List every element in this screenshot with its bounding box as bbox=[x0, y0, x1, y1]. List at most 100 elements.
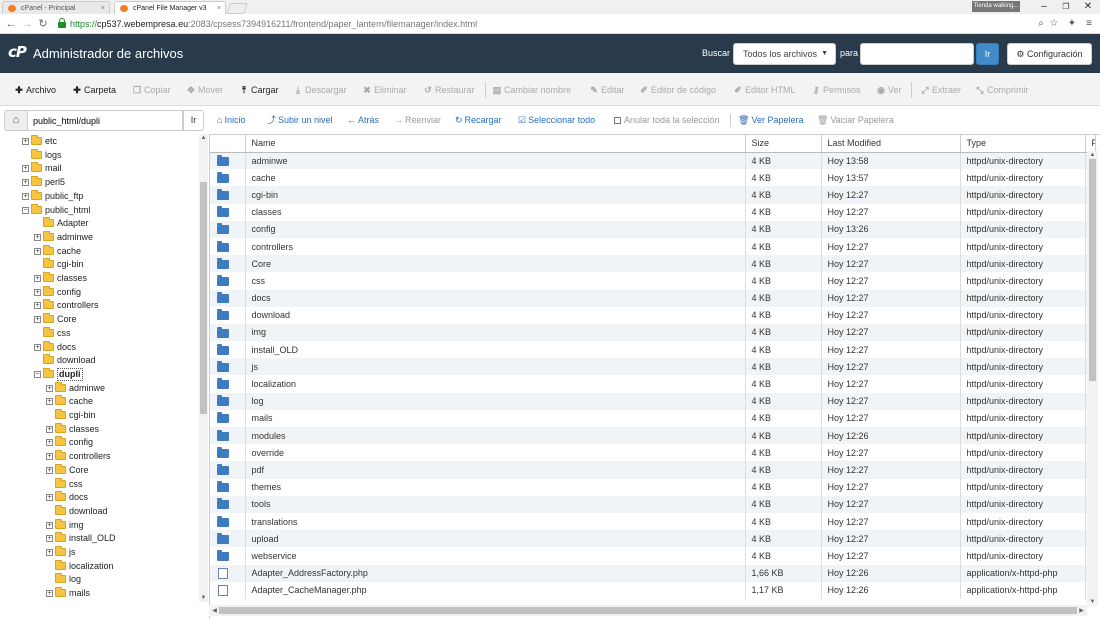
row-icon-cell[interactable] bbox=[210, 152, 246, 170]
copy-button[interactable]: ❐ Copiar bbox=[132, 83, 171, 97]
edit-button[interactable]: ✎ Editar bbox=[589, 83, 624, 97]
code-editor-button[interactable]: ✐ Editor de código bbox=[639, 83, 716, 97]
collapse-icon[interactable]: − bbox=[34, 370, 41, 378]
file-list-horizontal-scrollbar[interactable]: ◀ ▶ bbox=[209, 605, 1087, 616]
zoom-icon[interactable]: ⌕ bbox=[1035, 17, 1047, 31]
empty-trash-link[interactable]: 🗑 Vaciar Papelera bbox=[817, 115, 894, 126]
row-icon-cell[interactable] bbox=[210, 237, 246, 256]
move-button[interactable]: ✥ Mover bbox=[186, 83, 223, 97]
settings-button[interactable]: ⚙ Configuración bbox=[1007, 43, 1092, 65]
restore-button[interactable]: ↺ Restaurar bbox=[423, 83, 474, 97]
expand-icon[interactable]: + bbox=[22, 192, 29, 200]
row-name[interactable]: css bbox=[245, 272, 746, 290]
scroll-left-icon[interactable]: ◀ bbox=[210, 607, 219, 614]
table-row[interactable]: Core 4 KB Hoy 12:27 httpd/unix-directory bbox=[210, 255, 1096, 273]
row-name[interactable]: classes bbox=[245, 203, 746, 221]
table-row[interactable]: log 4 KB Hoy 12:27 httpd/unix-directory bbox=[210, 392, 1096, 410]
path-go-button[interactable]: Ir bbox=[183, 110, 204, 131]
row-icon-cell[interactable] bbox=[210, 444, 246, 462]
scroll-up-icon[interactable]: ▲ bbox=[1088, 152, 1097, 158]
up-one-level-link[interactable]: ⤴ Subir un nivel bbox=[267, 115, 333, 126]
expand-icon[interactable]: + bbox=[46, 384, 53, 392]
expand-icon[interactable]: + bbox=[46, 521, 53, 529]
back-link[interactable]: ← Atrás bbox=[347, 115, 379, 126]
row-icon-cell[interactable] bbox=[210, 289, 246, 307]
expand-icon[interactable]: + bbox=[34, 233, 41, 241]
extract-button[interactable]: ⤢ Extraer bbox=[920, 83, 961, 97]
expand-icon[interactable]: + bbox=[46, 453, 53, 461]
row-name[interactable]: webservice bbox=[245, 547, 746, 565]
row-icon-cell[interactable] bbox=[210, 530, 246, 548]
tree-scrollbar[interactable]: ▲ ▼ bbox=[199, 134, 208, 602]
row-name[interactable]: img bbox=[245, 323, 746, 342]
table-row[interactable]: classes 4 KB Hoy 12:27 httpd/unix-directory bbox=[210, 203, 1096, 221]
scroll-down-icon[interactable]: ▼ bbox=[199, 595, 208, 601]
expand-icon[interactable]: + bbox=[46, 466, 53, 474]
file-list-scroll-thumb[interactable] bbox=[1089, 159, 1096, 381]
reload-icon[interactable]: ↻ bbox=[36, 17, 50, 31]
download-button[interactable]: ⤓ Descargar bbox=[293, 83, 347, 97]
row-name[interactable]: Adapter_AddressFactory.php bbox=[245, 564, 746, 582]
cpanel-logo[interactable]: cP bbox=[8, 43, 27, 61]
forward-arrow-icon[interactable]: → bbox=[20, 17, 34, 31]
delete-button[interactable]: ✖ Eliminar bbox=[362, 83, 406, 97]
table-row[interactable]: tools 4 KB Hoy 12:27 httpd/unix-directory bbox=[210, 495, 1096, 513]
expand-icon[interactable]: + bbox=[34, 275, 41, 282]
tree-scroll-thumb[interactable] bbox=[200, 182, 207, 414]
row-name[interactable]: translations bbox=[245, 512, 746, 531]
row-icon-cell[interactable] bbox=[210, 220, 246, 238]
scroll-up-icon[interactable]: ▲ bbox=[199, 135, 208, 141]
row-name[interactable]: adminwe bbox=[245, 152, 746, 170]
expand-icon[interactable]: + bbox=[34, 302, 41, 310]
table-row[interactable]: adminwe 4 KB Hoy 13:58 httpd/unix-directory bbox=[210, 152, 1096, 170]
expand-icon[interactable]: + bbox=[34, 316, 41, 324]
row-name[interactable]: override bbox=[245, 444, 746, 462]
forward-link[interactable]: → Reenviar bbox=[394, 115, 441, 126]
row-name[interactable]: Adapter_CacheManager.php bbox=[245, 581, 746, 599]
collapse-icon[interactable]: − bbox=[22, 206, 29, 214]
row-icon-cell[interactable] bbox=[210, 581, 246, 599]
new-tab-button[interactable] bbox=[225, 3, 249, 14]
html-editor-button[interactable]: ✐ Editor HTML bbox=[733, 83, 795, 97]
row-name[interactable]: js bbox=[245, 358, 746, 376]
table-row[interactable]: mails 4 KB Hoy 12:27 httpd/unix-directory bbox=[210, 409, 1096, 427]
new-folder-button[interactable]: ✚ Carpeta bbox=[72, 83, 116, 97]
expand-icon[interactable]: + bbox=[46, 590, 53, 598]
row-name[interactable]: themes bbox=[245, 478, 746, 496]
row-icon-cell[interactable] bbox=[210, 478, 246, 496]
compress-button[interactable]: ⤡ Comprimir bbox=[975, 83, 1028, 97]
row-icon-cell[interactable] bbox=[210, 564, 246, 582]
path-input[interactable] bbox=[28, 110, 183, 131]
table-row[interactable]: modules 4 KB Hoy 12:26 httpd/unix-directory bbox=[210, 427, 1096, 445]
row-icon-cell[interactable] bbox=[210, 186, 246, 204]
extension-icon[interactable]: ✦ bbox=[1066, 17, 1078, 31]
row-icon-cell[interactable] bbox=[210, 203, 246, 221]
minimize-icon[interactable]: – bbox=[1034, 0, 1054, 14]
row-name[interactable]: mails bbox=[245, 409, 746, 427]
expand-icon[interactable]: + bbox=[34, 247, 41, 255]
menu-icon[interactable]: ≡ bbox=[1083, 17, 1095, 31]
row-icon-cell[interactable] bbox=[210, 375, 246, 393]
row-name[interactable]: tools bbox=[245, 495, 746, 513]
home-directory-button[interactable]: ⌂ bbox=[4, 110, 28, 131]
table-row[interactable]: upload 4 KB Hoy 12:27 httpd/unix-directory bbox=[210, 530, 1096, 548]
table-row[interactable]: download 4 KB Hoy 12:27 httpd/unix-director… bbox=[210, 306, 1096, 324]
table-row[interactable]: css 4 KB Hoy 12:27 httpd/unix-directory bbox=[210, 272, 1096, 290]
row-icon-cell[interactable] bbox=[210, 495, 246, 513]
row-name[interactable]: modules bbox=[245, 427, 746, 445]
select-all-link[interactable]: ☑ Seleccionar todo bbox=[518, 115, 595, 126]
browser-tab-file-manager[interactable]: cPanel File Manager v3 × bbox=[114, 1, 226, 14]
row-name[interactable]: docs bbox=[245, 289, 746, 307]
table-row[interactable]: localization 4 KB Hoy 12:27 httpd/unix-dire… bbox=[210, 375, 1096, 393]
column-header-last-modified[interactable]: Last Modified bbox=[821, 135, 961, 153]
search-input[interactable] bbox=[860, 43, 974, 65]
row-name[interactable]: localization bbox=[245, 375, 746, 393]
expand-icon[interactable]: + bbox=[34, 288, 41, 296]
table-row[interactable]: webservice 4 KB Hoy 12:27 httpd/unix-direct… bbox=[210, 547, 1096, 565]
row-icon-cell[interactable] bbox=[210, 255, 246, 273]
row-icon-cell[interactable] bbox=[210, 358, 246, 376]
table-row[interactable]: Adapter_AddressFactory.php 1,66 KB Hoy 12:… bbox=[210, 564, 1096, 582]
unselect-all-link[interactable]: Anular toda la selección bbox=[614, 115, 720, 126]
table-row[interactable]: themes 4 KB Hoy 12:27 httpd/unix-directory bbox=[210, 478, 1096, 496]
row-icon-cell[interactable] bbox=[210, 409, 246, 427]
